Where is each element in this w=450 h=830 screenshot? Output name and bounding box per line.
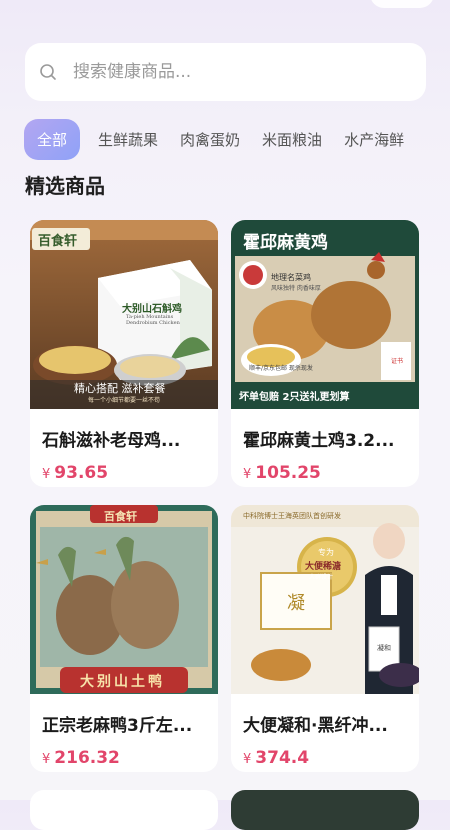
image-small: 顺丰/京东包邮 现杀现发 xyxy=(249,365,313,372)
image-box-subtitle: Ta-pieh Mountains Dendrobium Chicken xyxy=(126,314,180,326)
image-footer: 坏单包赔 2只送礼更划算 xyxy=(239,392,350,403)
image-bubble1: 专为 xyxy=(318,548,334,557)
tab-seafood[interactable]: 水产海鲜 xyxy=(344,129,404,150)
image-box-label: 凝和 xyxy=(377,644,391,652)
image-box-title: 大别山石斛鸡 xyxy=(122,304,182,315)
image-title: 大别山土鸭 xyxy=(80,674,165,690)
product-price: ¥216.32 xyxy=(42,748,120,768)
tab-fresh-produce[interactable]: 生鲜蔬果 xyxy=(98,129,158,150)
tab-meat-eggs-dairy[interactable]: 肉禽蛋奶 xyxy=(180,129,240,150)
image-tagline: 精心搭配 滋补套餐 xyxy=(74,382,166,395)
image-bubble3: 人群设计 xyxy=(309,574,334,581)
search-input[interactable] xyxy=(73,62,393,82)
category-tabs: 全部 生鲜蔬果 肉禽蛋奶 米面粮油 水产海鲜 xyxy=(24,118,426,160)
product-image: 霍邱麻黄鸡 地理名菜鸡 风味独特 肉香味厚 顺丰/京东包邮 现杀现发 证书 坏单… xyxy=(231,220,419,409)
image-badge-sub: 风味独特 肉香味厚 xyxy=(271,285,321,292)
product-price: ¥374.4 xyxy=(243,748,310,768)
product-name: 霍邱麻黄土鸡3.2... xyxy=(243,431,395,451)
product-price: ¥105.25 xyxy=(243,463,321,483)
search-icon xyxy=(40,64,56,80)
tab-rice-flour-oil[interactable]: 米面粮油 xyxy=(262,129,322,150)
image-cert: 证书 xyxy=(391,358,404,365)
image-bubble2: 大便稀溏 xyxy=(305,562,342,572)
product-name: 正宗老麻鸭3斤左... xyxy=(42,716,193,736)
product-image: 中科院博士王海英团队首创研发 专为 大便稀溏 人群设计 凝 凝和 xyxy=(231,505,419,694)
image-subline: 每一个小细节都要一丝不苟 xyxy=(88,397,161,404)
product-card[interactable] xyxy=(231,790,419,830)
product-image: 百食轩 大别山土鸭 xyxy=(30,505,218,694)
image-box-char: 凝 xyxy=(287,593,305,614)
image-title: 霍邱麻黄鸡 xyxy=(243,233,328,253)
product-card[interactable]: 中科院博士王海英团队首创研发 专为 大便稀溏 人群设计 凝 凝和 大便凝和·黑纤… xyxy=(231,505,419,772)
image-brand: 百食轩 xyxy=(104,510,137,523)
product-name: 石斛滋补老母鸡... xyxy=(42,431,181,451)
status-pill xyxy=(370,0,434,8)
product-card[interactable] xyxy=(30,790,218,830)
section-title: 精选商品 xyxy=(25,174,105,198)
product-card[interactable]: 霍邱麻黄鸡 地理名菜鸡 风味独特 肉香味厚 顺丰/京东包邮 现杀现发 证书 坏单… xyxy=(231,220,419,487)
image-badge: 地理名菜鸡 xyxy=(271,273,311,282)
search-bar[interactable] xyxy=(25,43,426,101)
product-card[interactable]: 百食轩 大别山石斛鸡 Ta-pieh Mountains Dendrobium … xyxy=(30,220,218,487)
product-image: 百食轩 大别山石斛鸡 Ta-pieh Mountains Dendrobium … xyxy=(30,220,218,409)
image-header: 中科院博士王海英团队首创研发 xyxy=(243,512,341,520)
tab-all[interactable]: 全部 xyxy=(24,118,81,160)
product-price: ¥93.65 xyxy=(42,463,109,483)
product-card[interactable]: 百食轩 大别山土鸭 正宗老麻鸭3斤左... ¥216.32 xyxy=(30,505,218,772)
product-name: 大便凝和·黑纤冲... xyxy=(243,716,388,736)
image-brand: 百食轩 xyxy=(38,234,78,249)
